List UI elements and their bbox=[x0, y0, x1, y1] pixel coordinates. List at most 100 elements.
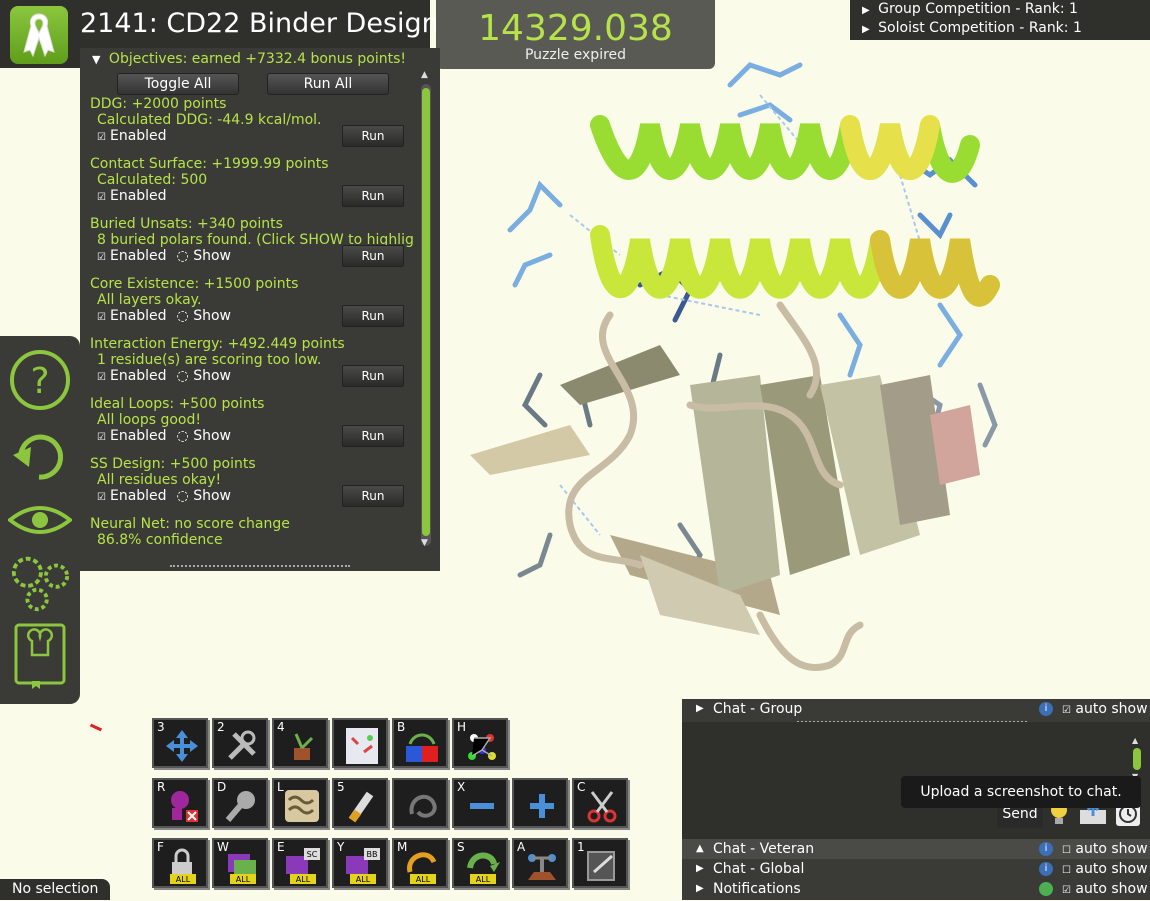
tool-wiggle-all[interactable]: W ALL bbox=[212, 838, 268, 888]
protein-structure-view[interactable] bbox=[460, 55, 1030, 695]
tool-mutate-all[interactable]: M ALL bbox=[392, 838, 448, 888]
scroll-thumb[interactable] bbox=[1133, 748, 1141, 770]
resize-grip[interactable] bbox=[170, 565, 350, 570]
tool-tweak[interactable]: A bbox=[512, 838, 568, 888]
scroll-thumb[interactable] bbox=[422, 88, 430, 536]
objective-name: Interaction Energy: +492.449 points bbox=[90, 336, 345, 352]
shake-sc-all-icon: SC ALL bbox=[286, 848, 320, 884]
notification-status-icon[interactable] bbox=[1039, 882, 1053, 896]
freeze-all-icon: ALL bbox=[170, 848, 196, 884]
enabled-label: Enabled bbox=[109, 308, 167, 324]
auto-show-toggle[interactable]: ☑ auto show bbox=[1062, 879, 1148, 901]
tool-hbond-network[interactable]: H bbox=[452, 718, 508, 768]
notes-icon bbox=[346, 728, 378, 764]
chat-group-row[interactable]: ▶ Chat - Group i ☑ auto show bbox=[682, 699, 1150, 719]
run-button[interactable]: Run bbox=[342, 305, 404, 327]
helix-bottom bbox=[590, 225, 1000, 307]
group-competition-row[interactable]: ▶ Group Competition - Rank: 1 bbox=[850, 0, 1150, 19]
auto-show-toggle[interactable]: ☑ auto show bbox=[1062, 699, 1148, 721]
objective-name: Buried Unsats: +340 points bbox=[90, 216, 283, 232]
tool-loop[interactable]: L bbox=[272, 778, 328, 828]
tool-freeze-all[interactable]: F ALL bbox=[152, 838, 208, 888]
objective-buried-unsats: Buried Unsats: +340 points 8 buried pola… bbox=[90, 216, 415, 276]
enabled-checkbox[interactable]: ☑ bbox=[97, 192, 106, 203]
undo-icon[interactable] bbox=[8, 424, 72, 488]
toggle-all-button[interactable]: Toggle All bbox=[117, 73, 239, 95]
remove-icon bbox=[171, 791, 198, 822]
scroll-down-icon[interactable]: ▼ bbox=[421, 538, 428, 548]
enabled-label: Enabled bbox=[109, 188, 167, 204]
tool-freeze[interactable] bbox=[392, 778, 448, 828]
tool-move[interactable]: 3 bbox=[152, 718, 208, 768]
run-all-button[interactable]: Run All bbox=[267, 73, 389, 95]
show-radio-icon[interactable]: ◌ bbox=[177, 428, 189, 444]
show-label: Show bbox=[193, 488, 231, 504]
show-radio-icon[interactable]: ◌ bbox=[177, 368, 189, 384]
objective-interaction-energy: Interaction Energy: +492.449 points 1 re… bbox=[90, 336, 415, 396]
hotkey-label: F bbox=[157, 840, 164, 854]
tool-notepad[interactable]: 1 bbox=[572, 838, 628, 888]
show-radio-icon[interactable]: ◌ bbox=[177, 488, 189, 504]
chat-global-row[interactable]: ▶ Chat - Global i ☐ auto show bbox=[682, 859, 1150, 879]
tool-rebuild[interactable]: 5 bbox=[332, 778, 388, 828]
objectives-list: DDG: +2000 points Calculated DDG: -44.9 … bbox=[90, 96, 415, 551]
cookbook-icon[interactable] bbox=[8, 623, 72, 689]
help-icon[interactable]: ? bbox=[8, 348, 72, 412]
settings-icon[interactable] bbox=[8, 550, 72, 614]
tool-design[interactable]: D bbox=[212, 778, 268, 828]
run-button[interactable]: Run bbox=[342, 485, 404, 507]
expand-triangle-icon: ▶ bbox=[696, 883, 704, 894]
show-label: Show bbox=[193, 308, 231, 324]
tool-cut[interactable]: C bbox=[572, 778, 628, 828]
enabled-checkbox[interactable]: ☑ bbox=[97, 432, 106, 443]
objectives-scrollbar[interactable]: ▲ ▼ bbox=[418, 70, 434, 550]
show-radio-icon[interactable]: ◌ bbox=[177, 308, 189, 324]
objectives-header[interactable]: ▼ Objectives: earned +7332.4 bonus point… bbox=[92, 51, 406, 67]
run-button[interactable]: Run bbox=[342, 365, 404, 387]
tool-plus[interactable] bbox=[512, 778, 568, 828]
soloist-competition-row[interactable]: ▶ Soloist Competition - Rank: 1 bbox=[850, 19, 1150, 38]
enabled-checkbox[interactable]: ☑ bbox=[97, 372, 106, 383]
foldit-ribbon-logo[interactable] bbox=[10, 6, 68, 64]
tool-shake-sc-all[interactable]: E SC ALL bbox=[272, 838, 328, 888]
scroll-up-icon[interactable]: ▲ bbox=[421, 70, 428, 80]
svg-text:ALL: ALL bbox=[296, 875, 311, 884]
notifications-label: Notifications bbox=[713, 881, 801, 897]
show-label: Show bbox=[193, 368, 231, 384]
enabled-checkbox[interactable]: ☑ bbox=[97, 312, 106, 323]
chat-scrollbar[interactable]: ▲ ▼ bbox=[1132, 736, 1142, 781]
view-icon[interactable] bbox=[8, 488, 72, 552]
auto-show-toggle[interactable]: ☐ auto show bbox=[1062, 859, 1148, 881]
enabled-checkbox[interactable]: ☑ bbox=[97, 252, 106, 263]
run-button[interactable]: Run bbox=[342, 185, 404, 207]
enabled-checkbox[interactable]: ☑ bbox=[97, 132, 106, 143]
run-button[interactable]: Run bbox=[342, 425, 404, 447]
tool-remove[interactable]: R bbox=[152, 778, 208, 828]
rebuild-icon bbox=[348, 791, 374, 823]
tool-tools[interactable]: 2 bbox=[212, 718, 268, 768]
scroll-up-icon[interactable]: ▲ bbox=[1132, 736, 1138, 745]
run-button[interactable]: Run bbox=[342, 125, 404, 147]
mutate-all-icon: ALL bbox=[407, 852, 437, 884]
show-radio-icon[interactable]: ◌ bbox=[177, 248, 189, 264]
chat-veteran-row[interactable]: ▲ Chat - Veteran i ☐ auto show bbox=[682, 839, 1150, 859]
enabled-checkbox[interactable]: ☑ bbox=[97, 492, 106, 503]
competition-panel: ▶ Group Competition - Rank: 1 ▶ Soloist … bbox=[850, 0, 1150, 40]
auto-show-toggle[interactable]: ☐ auto show bbox=[1062, 839, 1148, 861]
info-icon[interactable]: i bbox=[1039, 702, 1053, 716]
tool-wiggle-bb-all[interactable]: Y BB ALL bbox=[332, 838, 388, 888]
hotkey-label: L bbox=[277, 780, 284, 794]
helix-top bbox=[590, 115, 980, 183]
score-value: 14329.038 bbox=[478, 8, 673, 49]
run-button[interactable]: Run bbox=[342, 245, 404, 267]
tool-band[interactable]: B bbox=[392, 718, 448, 768]
band-icon bbox=[406, 733, 438, 762]
notifications-row[interactable]: ▶ Notifications ☑ auto show bbox=[682, 879, 1150, 899]
beta-sheets bbox=[470, 345, 980, 635]
tool-minus[interactable]: X bbox=[452, 778, 508, 828]
tool-mutate[interactable]: 4 bbox=[272, 718, 328, 768]
info-icon[interactable]: i bbox=[1039, 862, 1053, 876]
info-icon[interactable]: i bbox=[1039, 842, 1053, 856]
tool-notes[interactable] bbox=[332, 718, 388, 768]
tool-shake-all[interactable]: S ALL bbox=[452, 838, 508, 888]
